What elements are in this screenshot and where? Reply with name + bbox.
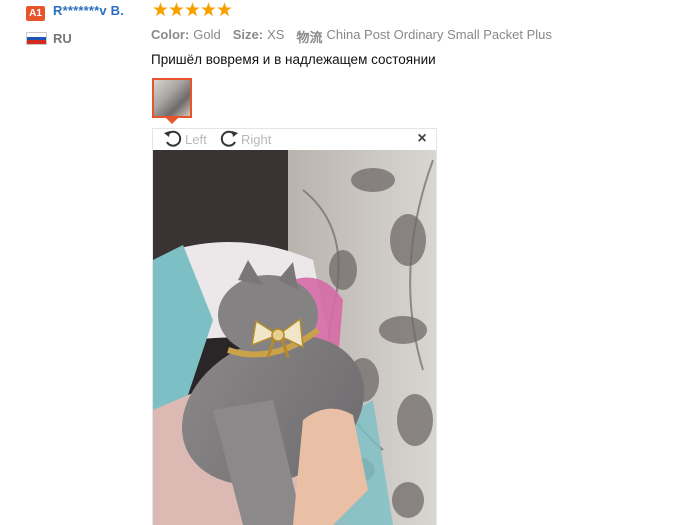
star-icon [169,2,184,17]
review-photo-thumbnail[interactable] [152,78,192,118]
viewer-toolbar: Left Right × [152,128,437,150]
flag-ru-icon [26,32,47,45]
rotate-right-button[interactable]: Right [218,128,271,150]
color-label: Color: [151,27,190,42]
color-value: Gold [193,27,221,42]
logistics-label: 物流 [296,30,323,45]
rating-stars [153,2,232,17]
star-icon [217,2,232,17]
order-info: Color: Gold Size: XS 物流 China Post Ordin… [151,27,564,46]
buyer-level-badge: A1 [26,6,45,21]
star-icon [201,2,216,17]
size-label: Size: [232,27,264,42]
size-value: XS [267,27,285,42]
reviewer-name: R*******v B. [53,3,125,18]
reviewer-country: RU [53,31,72,46]
star-icon [185,2,200,17]
rotate-left-label: Left [185,131,207,147]
rotate-left-icon [162,127,184,152]
rotate-right-label: Right [241,131,272,147]
rotate-right-icon [218,127,240,152]
rotate-left-button[interactable]: Left [162,128,207,150]
review-photo [153,150,436,525]
thumbnail-pointer [166,118,178,124]
close-icon[interactable]: × [413,130,431,148]
logistics-value: China Post Ordinary Small Packet Plus [326,27,552,42]
star-icon [153,2,168,17]
feedback-text: Пришёл вовремя и в надлежащем состоянии [151,52,436,67]
